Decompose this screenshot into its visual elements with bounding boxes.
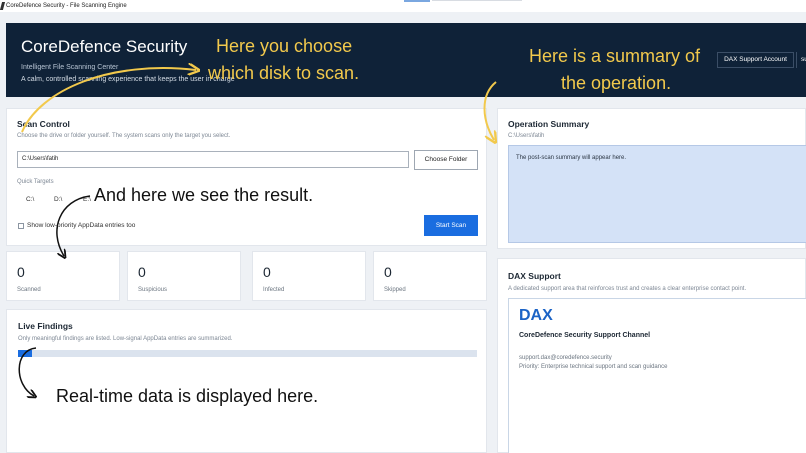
drive-d-button[interactable]: D:\ bbox=[54, 196, 62, 203]
stat-label: Scanned bbox=[17, 287, 41, 293]
operation-summary-path: C:\Users\fatih bbox=[508, 133, 545, 139]
brand-tagline: A calm, controlled scanning experience t… bbox=[21, 76, 235, 83]
stat-label: Skipped bbox=[384, 287, 406, 293]
drive-c-button[interactable]: C:\ bbox=[26, 196, 34, 203]
start-scan-button[interactable]: Start Scan bbox=[424, 215, 478, 236]
taskbar-indicator bbox=[404, 0, 430, 2]
drive-e-button[interactable]: E:\ bbox=[83, 196, 91, 203]
support-email: support.dax@coredefence.security bbox=[519, 355, 612, 361]
quick-targets-label: Quick Targets bbox=[17, 179, 54, 185]
live-findings-description: Only meaningful findings are listed. Low… bbox=[18, 336, 233, 342]
stat-infected: 0 Infected bbox=[252, 251, 366, 301]
stat-value: 0 bbox=[384, 264, 392, 280]
operation-summary-card: Operation Summary C:\Users\fatih The pos… bbox=[497, 108, 806, 249]
stat-label: Suspicious bbox=[138, 287, 168, 293]
brand-subtitle: Intelligent File Scanning Center bbox=[21, 64, 119, 71]
scan-control-description: Choose the drive or folder yourself. The… bbox=[17, 133, 231, 139]
annotation-result: And here we see the result. bbox=[94, 185, 314, 205]
dax-logo: DAX bbox=[519, 307, 553, 324]
stat-suspicious: 0 Suspicious bbox=[127, 251, 241, 301]
support-button-overflow[interactable]: sup bbox=[796, 52, 806, 68]
scan-control-card: Scan Control Choose the drive or folder … bbox=[6, 108, 487, 246]
stat-value: 0 bbox=[263, 264, 271, 280]
annotation-disk-line2: which disk to scan. bbox=[208, 63, 360, 83]
stat-label: Infected bbox=[263, 287, 285, 293]
operation-summary-placeholder: The post-scan summary will appear here. bbox=[516, 155, 627, 161]
support-channel-name: CoreDefence Security Support Channel bbox=[519, 332, 651, 339]
stat-value: 0 bbox=[17, 264, 25, 280]
dax-support-title: DAX Support bbox=[508, 271, 561, 281]
choose-folder-button[interactable]: Choose Folder bbox=[414, 150, 478, 170]
support-priority: Priority: Enterprise technical support a… bbox=[519, 364, 668, 370]
scan-progress-bar bbox=[18, 350, 477, 357]
dax-support-card: DAX Support A dedicated support area tha… bbox=[497, 258, 806, 453]
app-icon bbox=[0, 2, 6, 10]
appdata-checkbox-label: Show low-priority AppData entries too bbox=[27, 222, 136, 229]
stat-value: 0 bbox=[138, 264, 146, 280]
titlebar-divider bbox=[432, 0, 522, 1]
dax-support-description: A dedicated support area that reinforces… bbox=[508, 286, 747, 292]
live-findings-title: Live Findings bbox=[18, 321, 73, 331]
scan-path-input[interactable]: C:\Users\fatih bbox=[17, 151, 409, 168]
window-title: CoreDefence Security - File Scanning Eng… bbox=[6, 3, 127, 9]
dax-support-account-button[interactable]: DAX Support Account bbox=[717, 52, 794, 68]
annotation-disk-line1: Here you choose bbox=[216, 36, 353, 56]
support-channel-panel: DAX CoreDefence Security Support Channel… bbox=[508, 298, 806, 453]
live-findings-card: Live Findings Only meaningful findings a… bbox=[6, 309, 487, 453]
stat-skipped: 0 Skipped bbox=[373, 251, 487, 301]
annotation-summary-line2: the operation. bbox=[561, 73, 672, 93]
brand-title: CoreDefence Security bbox=[21, 37, 188, 56]
stat-scanned: 0 Scanned bbox=[6, 251, 120, 301]
operation-summary-title: Operation Summary bbox=[508, 119, 590, 129]
operation-summary-box: The post-scan summary will appear here. bbox=[508, 145, 806, 243]
window-titlebar: CoreDefence Security - File Scanning Eng… bbox=[0, 0, 806, 12]
scan-control-title: Scan Control bbox=[17, 119, 70, 129]
scan-progress-fill bbox=[18, 350, 32, 357]
annotation-summary-line1: Here is a summary of bbox=[529, 46, 701, 66]
annotation-realtime: Real-time data is displayed here. bbox=[56, 386, 319, 406]
appdata-checkbox[interactable] bbox=[18, 223, 24, 229]
